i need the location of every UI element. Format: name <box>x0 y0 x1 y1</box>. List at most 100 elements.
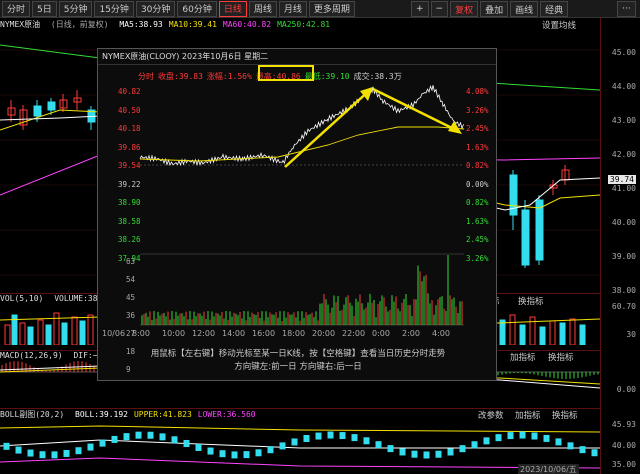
change-indicator-vol-button[interactable]: 换指标 <box>518 295 544 307</box>
boll-candle <box>27 449 34 457</box>
boll-candle <box>171 436 178 444</box>
change-indicator-boll-button[interactable]: 换指标 <box>552 409 578 421</box>
boll-candle <box>243 451 250 459</box>
boll-candle <box>135 431 142 439</box>
toolbar-right-button[interactable]: 叠加 <box>480 1 509 17</box>
boll-candle <box>411 450 418 458</box>
candle <box>521 209 530 266</box>
annotation-down-arrow <box>372 87 459 133</box>
volume-bar <box>539 326 546 345</box>
boll-candle <box>399 448 406 456</box>
boll-axis-mid: 40.00 <box>611 441 636 450</box>
intraday-avg-line <box>139 126 465 162</box>
boll-chart[interactable] <box>0 418 600 474</box>
vol-axis-mid: 30 <box>626 330 636 339</box>
period-tab[interactable]: 15分钟 <box>94 0 134 17</box>
boll-candle <box>39 451 46 459</box>
toolbar-right-button[interactable]: − <box>430 1 449 17</box>
date-cursor-label: 2023/10/06/五 <box>518 464 579 474</box>
period-tab[interactable]: 周线 <box>248 0 277 17</box>
boll-candle <box>375 441 382 449</box>
boll-candle <box>543 434 550 442</box>
toolbar-right-group: + − 复权 叠加 画线 经典 <box>411 1 569 17</box>
boll-candle <box>471 441 478 449</box>
boll-candle <box>231 451 238 459</box>
period-tab[interactable]: 更多周期 <box>308 0 355 17</box>
edit-params-button[interactable]: 改参数 <box>478 409 504 421</box>
candle <box>47 101 56 111</box>
boll-candle <box>87 443 94 451</box>
boll-candle <box>315 432 322 440</box>
period-tab[interactable]: 月线 <box>278 0 307 17</box>
toolbar-right-button[interactable]: 复权 <box>450 1 479 17</box>
boll-candle <box>579 446 586 454</box>
volume-bar <box>509 314 516 345</box>
boll-candle <box>63 449 70 457</box>
add-indicator-macd-button[interactable]: 加指标 <box>510 351 536 363</box>
boll-candle <box>291 438 298 446</box>
boll-candle <box>111 435 118 443</box>
boll-upper-line <box>0 425 600 433</box>
popup-time-tick: 10/06 <box>102 329 126 338</box>
boll-candle <box>303 434 310 442</box>
symbol-label: NYMEX原油 <box>0 20 41 29</box>
volume-bar <box>4 324 11 345</box>
period-tab[interactable]: 5日 <box>32 0 57 17</box>
change-indicator-macd-button[interactable]: 换指标 <box>548 351 574 363</box>
ma-labels: MA5:38.93 MA10:39.41 MA60:40.82 MA250:42.81 <box>119 20 336 29</box>
vol-value: VOLUME:38 <box>54 294 98 303</box>
boll-candle <box>555 438 562 446</box>
boll-candle <box>507 432 514 440</box>
macd-value: DIF:− <box>73 351 98 360</box>
mode-label: (日线，前复权) <box>50 20 109 29</box>
boll-candle <box>435 450 442 458</box>
popup-time-tick: 10:00 <box>162 329 186 338</box>
boll-candle <box>51 451 58 459</box>
boll-candle <box>267 446 274 454</box>
boll-candle <box>423 451 430 459</box>
boll-candle <box>219 450 226 458</box>
boll-candle <box>591 449 598 457</box>
boll-candle <box>255 449 262 457</box>
boll-candle <box>339 432 346 440</box>
ma-value: MA250:42.81 <box>277 20 331 29</box>
toolbar-right-button[interactable]: 画线 <box>510 1 539 17</box>
period-tab[interactable]: 5分钟 <box>58 0 93 17</box>
price-axis-tick: 41.00 <box>611 184 636 193</box>
boll-candle <box>327 431 334 439</box>
popup-time-tick: 18:00 <box>282 329 306 338</box>
boll-candle <box>447 448 454 456</box>
boll-candle <box>387 445 394 453</box>
boll-lower-line <box>0 457 600 469</box>
volume-bar <box>45 324 52 345</box>
add-indicator-boll-button[interactable]: 加指标 <box>515 409 541 421</box>
popup-hint-1: 用鼠标【左右键】移动光标至某一日K线，按【空格键】查看当日历史分时走势 <box>150 349 446 359</box>
boll-candle <box>207 447 214 455</box>
price-axis: 45.00 44.00 43.00 42.00 41.00 40.00 39.00 38.00… <box>600 18 640 474</box>
intraday-popup[interactable]: NYMEX原油(CLOOY) 2023年10月6日 星期二 分时 收盘:39.83… <box>97 48 497 381</box>
toolbar-right-button[interactable]: 经典 <box>540 1 569 17</box>
boll-candle <box>147 431 154 439</box>
boll-candle <box>279 442 286 450</box>
boll-candle <box>3 442 10 450</box>
boll-candle <box>363 437 370 445</box>
boll-candle <box>99 439 106 447</box>
candle <box>535 199 544 261</box>
period-tab[interactable]: 分时 <box>2 0 31 17</box>
popup-time-tick: 8:00 <box>132 329 150 338</box>
volume-bar <box>27 326 34 345</box>
volume-bar <box>37 319 44 345</box>
annotation-up-arrow <box>284 88 372 168</box>
boll-candle <box>459 445 466 453</box>
boll-candle <box>567 442 574 450</box>
price-axis-tick: 43.00 <box>611 116 636 125</box>
period-tab[interactable]: 30分钟 <box>135 0 176 17</box>
boll-candle <box>519 431 526 439</box>
more-button[interactable]: ··· <box>617 1 636 17</box>
period-tab[interactable]: 60分钟 <box>177 0 217 17</box>
popup-time-tick: 20:00 <box>312 329 336 338</box>
period-tab[interactable]: 日线 <box>218 0 247 17</box>
volume-bar <box>79 320 86 345</box>
toolbar-right-button[interactable]: + <box>411 1 429 17</box>
ma-value: MA5:38.93 <box>119 20 163 29</box>
